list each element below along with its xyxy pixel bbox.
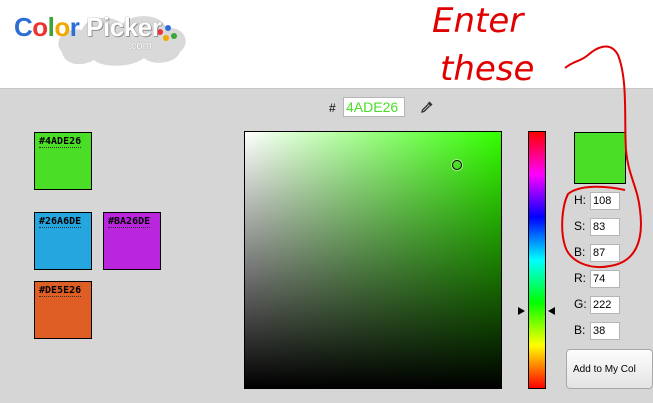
logo[interactable]: Color Picker xyxy=(14,12,162,43)
brightness-input[interactable] xyxy=(590,244,620,262)
swatch-de5e26[interactable]: #DE5E26 xyxy=(34,281,92,339)
saturation-label: S: xyxy=(574,219,586,233)
hue-slider-right-arrow[interactable] xyxy=(548,307,555,316)
green-input[interactable] xyxy=(590,296,620,314)
color-selector-cursor[interactable] xyxy=(452,160,463,171)
swatch-label: #4ADE26 xyxy=(39,136,82,148)
hue-input[interactable] xyxy=(590,192,620,210)
swatch-label: #26A6DE xyxy=(39,216,82,228)
saturation-brightness-area[interactable] xyxy=(244,131,502,389)
blue-input[interactable] xyxy=(590,322,620,340)
eyedropper-icon[interactable] xyxy=(420,100,434,114)
color-preview xyxy=(574,132,626,184)
hex-input[interactable] xyxy=(343,97,405,117)
saturation-input[interactable] xyxy=(590,218,620,236)
hue-slider[interactable] xyxy=(528,131,546,389)
hue-label: H: xyxy=(574,193,586,207)
red-label: R: xyxy=(574,271,586,285)
green-label: G: xyxy=(574,297,587,311)
red-input[interactable] xyxy=(590,270,620,288)
blue-label: B: xyxy=(574,323,586,337)
swatch-label: #DE5E26 xyxy=(39,285,82,297)
hex-hash-label: # xyxy=(329,101,336,115)
logo-picker-text: Picker xyxy=(86,12,162,42)
swatch-26a6de[interactable]: #26A6DE xyxy=(34,212,92,270)
add-to-my-colors-button[interactable]: Add to My Col xyxy=(566,349,653,389)
hue-slider-left-arrow[interactable] xyxy=(518,307,525,316)
swatch-label: #BA26DE xyxy=(108,216,151,228)
swatch-ba26de[interactable]: #BA26DE xyxy=(103,212,161,270)
logo-color-text: Color xyxy=(14,12,80,42)
brightness-label: B: xyxy=(574,245,586,259)
logo-dotcom: .com xyxy=(128,40,152,52)
swatch-4ade26[interactable]: #4ADE26 xyxy=(34,132,92,190)
header: Color Picker .com xyxy=(0,0,653,88)
